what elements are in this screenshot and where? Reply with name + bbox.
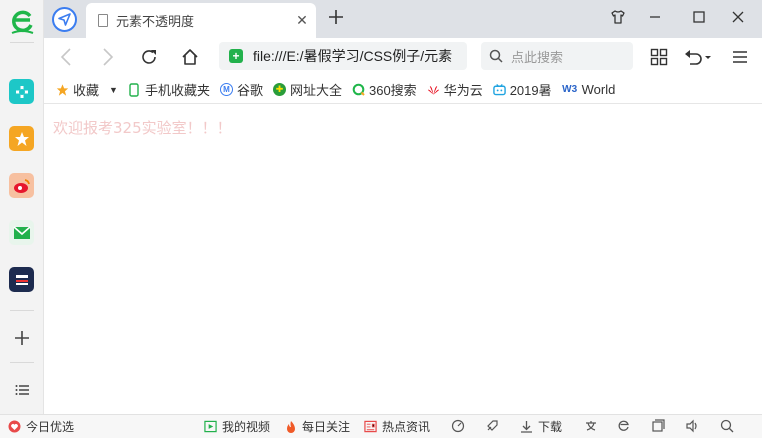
app-store-icon[interactable] bbox=[9, 79, 34, 104]
search-box[interactable]: 点此搜索 bbox=[481, 42, 633, 70]
bookmark-label: 谷歌 bbox=[236, 83, 263, 98]
sidebar-divider bbox=[10, 362, 34, 363]
download-label: 下载 bbox=[538, 420, 563, 434]
google-icon: M bbox=[219, 83, 233, 96]
speed-icon[interactable] bbox=[449, 418, 467, 434]
mail-icon[interactable] bbox=[9, 220, 34, 245]
my-videos-button[interactable]: 我的视频 bbox=[204, 418, 270, 435]
bookmarks-bar: 收藏 ▼ 手机收藏夹 M 谷歌 ✚ 网址大全 360搜索 华为云 2019暑 W… bbox=[44, 76, 762, 104]
heart-icon bbox=[8, 420, 21, 433]
main-menu-icon[interactable] bbox=[728, 45, 752, 69]
phone-icon bbox=[128, 82, 141, 97]
my-videos-label: 我的视频 bbox=[222, 420, 271, 434]
secure-shield-icon: + bbox=[229, 49, 243, 63]
w3-icon: W3 bbox=[562, 84, 578, 95]
bookmark-label: World bbox=[581, 82, 616, 97]
daily-follow-button[interactable]: 每日关注 bbox=[284, 418, 350, 435]
huawei-icon bbox=[427, 83, 440, 96]
bookmark-label: 手机收藏夹 bbox=[144, 83, 210, 98]
reload-icon[interactable] bbox=[137, 45, 161, 69]
bookmark-label: 收藏 bbox=[73, 83, 100, 98]
skin-icon[interactable] bbox=[604, 5, 632, 29]
bookmark-360-search[interactable]: 360搜索 bbox=[352, 80, 417, 99]
forward-icon[interactable] bbox=[96, 45, 120, 69]
navigation-icon[interactable] bbox=[52, 7, 77, 32]
bookmark-label: 2019暑 bbox=[509, 83, 552, 98]
left-sidebar bbox=[0, 0, 44, 414]
bookmark-label: 360搜索 bbox=[368, 83, 417, 98]
window-icon[interactable] bbox=[649, 418, 667, 434]
today-picks-button[interactable]: 今日优选 bbox=[8, 418, 74, 435]
close-tab-icon[interactable]: ✕ bbox=[288, 12, 316, 29]
minimize-icon[interactable] bbox=[641, 5, 669, 29]
download-icon bbox=[520, 420, 533, 433]
ie-mode-icon[interactable] bbox=[615, 418, 633, 434]
favorites-icon[interactable] bbox=[9, 126, 34, 151]
hot-news-button[interactable]: 热点资讯 bbox=[364, 418, 430, 435]
volume-icon[interactable] bbox=[683, 418, 701, 434]
download-button[interactable]: 下载 bbox=[520, 418, 562, 435]
video-icon bbox=[204, 420, 217, 433]
list-menu-icon[interactable] bbox=[9, 377, 34, 402]
bookmark-huawei-cloud[interactable]: 华为云 bbox=[427, 80, 483, 99]
news-icon bbox=[364, 420, 377, 433]
document-icon bbox=[98, 14, 108, 27]
navigation-toolbar: + file:///E:/暑假学习/CSS例子/元素 点此搜索 bbox=[44, 38, 762, 76]
global-times-icon[interactable] bbox=[9, 267, 34, 292]
today-picks-label: 今日优选 bbox=[26, 420, 75, 434]
web-directory-icon: ✚ bbox=[272, 83, 286, 96]
sidebar-divider bbox=[10, 42, 34, 43]
daily-follow-label: 每日关注 bbox=[302, 420, 351, 434]
address-bar[interactable]: + file:///E:/暑假学习/CSS例子/元素 bbox=[219, 42, 467, 70]
bookmark-bilibili[interactable]: 2019暑 bbox=[492, 80, 552, 99]
back-icon[interactable] bbox=[54, 45, 78, 69]
bookmark-mobile[interactable]: 手机收藏夹 bbox=[128, 80, 210, 99]
status-bar: 今日优选 我的视频 每日关注 热点资讯 下载 bbox=[0, 414, 762, 438]
bookmark-label: 华为云 bbox=[443, 83, 483, 98]
bookmark-label: 网址大全 bbox=[289, 83, 342, 98]
grid-apps-icon[interactable] bbox=[647, 45, 671, 69]
bookmark-google[interactable]: M 谷歌 bbox=[219, 80, 263, 99]
dropdown-arrow-icon[interactable]: ▼ bbox=[109, 85, 118, 95]
weibo-icon[interactable] bbox=[9, 173, 34, 198]
search-360-icon bbox=[352, 83, 365, 96]
bookmark-favorites[interactable]: 收藏 ▼ bbox=[56, 80, 118, 99]
add-icon[interactable] bbox=[9, 325, 34, 350]
bookmark-w3school[interactable]: W3 World bbox=[562, 82, 616, 97]
page-content: 欢迎报考325实验室！！！ bbox=[44, 105, 762, 413]
tab-active[interactable]: 元素不透明度 ✕ bbox=[86, 3, 316, 38]
bilibili-icon bbox=[492, 83, 506, 96]
star-icon bbox=[56, 83, 69, 96]
close-window-icon[interactable] bbox=[724, 5, 752, 29]
welcome-text: 欢迎报考325实验室！！！ bbox=[53, 119, 232, 137]
bookmark-web-directory[interactable]: ✚ 网址大全 bbox=[272, 80, 342, 99]
browser-logo-icon[interactable] bbox=[8, 6, 36, 36]
home-icon[interactable] bbox=[178, 45, 202, 69]
search-icon bbox=[489, 49, 503, 63]
rocket-icon[interactable] bbox=[483, 418, 501, 434]
tab-strip: 元素不透明度 ✕ bbox=[44, 0, 762, 38]
translate-icon[interactable] bbox=[582, 418, 600, 434]
zoom-search-icon[interactable] bbox=[718, 418, 736, 434]
undo-close-tab-icon[interactable] bbox=[682, 45, 714, 69]
tab-title: 元素不透明度 bbox=[116, 14, 195, 29]
flame-icon bbox=[284, 420, 297, 433]
maximize-icon[interactable] bbox=[685, 5, 713, 29]
hot-news-label: 热点资讯 bbox=[382, 420, 431, 434]
search-placeholder: 点此搜索 bbox=[511, 49, 564, 65]
new-tab-icon[interactable] bbox=[324, 7, 348, 31]
address-url: file:///E:/暑假学习/CSS例子/元素 bbox=[253, 48, 453, 64]
sidebar-divider bbox=[10, 310, 34, 311]
